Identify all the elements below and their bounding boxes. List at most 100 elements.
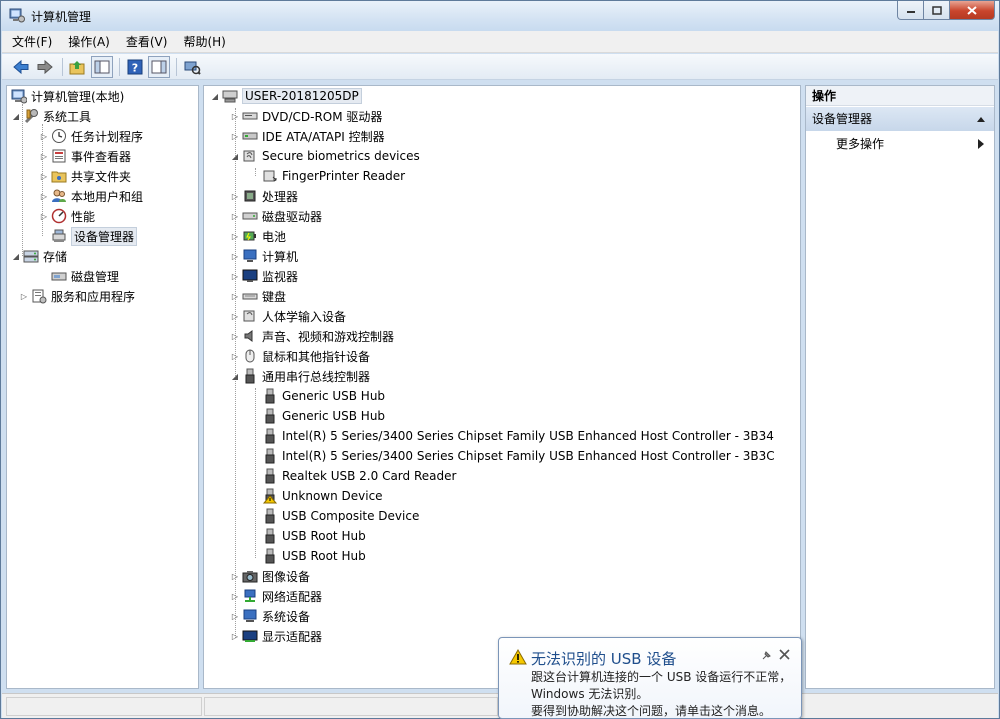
expand-arrow-icon[interactable]: ▷ xyxy=(19,291,29,301)
tree-item-performance[interactable]: ▷ 性能 xyxy=(39,206,95,226)
usb-device[interactable]: USB Root Hub xyxy=(262,526,366,546)
device-category-battery[interactable]: ▷ 电池 xyxy=(230,226,286,246)
expand-arrow-icon[interactable]: ▷ xyxy=(230,611,240,621)
tree-item-shared-folders[interactable]: ▷ 共享文件夹 xyxy=(39,166,131,186)
pin-options-icon[interactable] xyxy=(761,649,773,661)
device-category-sound[interactable]: ▷ 声音、视频和游戏控制器 xyxy=(230,326,394,346)
expand-arrow-icon[interactable]: ▷ xyxy=(39,211,49,221)
performance-icon xyxy=(51,208,67,224)
device-fingerprinter-reader[interactable]: FingerPrinter Reader xyxy=(262,166,405,186)
maximize-button[interactable] xyxy=(924,1,950,20)
shared-folder-icon xyxy=(51,171,67,183)
usb-device[interactable]: USB Composite Device xyxy=(262,506,419,526)
device-category-usb-controllers[interactable]: ◢ 通用串行总线控制器 xyxy=(230,366,370,386)
scan-hardware-button[interactable] xyxy=(181,56,203,78)
expand-arrow-icon[interactable]: ▷ xyxy=(230,191,240,201)
device-category-imaging[interactable]: ▷ 图像设备 xyxy=(230,566,310,586)
usb-device[interactable]: Intel(R) 5 Series/3400 Series Chipset Fa… xyxy=(262,446,775,466)
collapse-arrow-icon[interactable]: ◢ xyxy=(230,371,240,381)
scan-hardware-icon xyxy=(184,61,201,75)
device-category-network[interactable]: ▷ 网络适配器 xyxy=(230,586,322,606)
ide-controller-icon xyxy=(242,132,258,140)
collapse-arrow-icon[interactable]: ◢ xyxy=(210,91,220,101)
expand-arrow-icon[interactable]: ▷ xyxy=(230,631,240,641)
actions-section-device-manager[interactable]: 设备管理器 xyxy=(806,107,994,131)
expand-arrow-icon[interactable]: ▷ xyxy=(230,291,240,301)
expand-arrow-icon[interactable]: ▷ xyxy=(230,271,240,281)
tree-item-local-users-groups[interactable]: ▷ 本地用户和组 xyxy=(39,186,143,206)
menu-view[interactable]: 查看(V) xyxy=(126,33,168,50)
usb-device[interactable]: Intel(R) 5 Series/3400 Series Chipset Fa… xyxy=(262,426,774,446)
menu-bar: 文件(F) 操作(A) 查看(V) 帮助(H) xyxy=(2,31,998,53)
show-hide-tree-button[interactable] xyxy=(91,55,113,78)
usb-device[interactable]: USB Root Hub xyxy=(262,546,366,566)
expand-arrow-icon[interactable]: ▷ xyxy=(39,151,49,161)
expand-arrow-icon[interactable]: ▷ xyxy=(230,311,240,321)
tree-root-computer-management[interactable]: 计算机管理(本地) xyxy=(11,86,124,106)
submenu-arrow-icon[interactable] xyxy=(978,139,984,149)
tree-item-task-scheduler[interactable]: ▷ 任务计划程序 xyxy=(39,126,143,146)
device-category-computer[interactable]: ▷ 计算机 xyxy=(230,246,298,266)
tree-item-device-manager[interactable]: 设备管理器 xyxy=(51,226,138,246)
expand-arrow-icon[interactable]: ▷ xyxy=(230,591,240,601)
usb-not-recognized-notification[interactable]: 无法识别的 USB 设备 跟这台计算机连接的一个 USB 设备运行不正常， Wi… xyxy=(498,637,802,719)
collapse-arrow-icon[interactable]: ◢ xyxy=(11,251,21,261)
device-label: 网络适配器 xyxy=(262,589,323,604)
close-button[interactable] xyxy=(950,1,995,20)
device-root[interactable]: ◢ USER-20181205DP xyxy=(210,86,362,106)
tree-label: 系统工具 xyxy=(43,109,92,124)
up-level-button[interactable] xyxy=(67,56,89,78)
device-category-ide[interactable]: ▷ IDE ATA/ATAPI 控制器 xyxy=(230,126,385,146)
expand-arrow-icon[interactable]: ▷ xyxy=(230,251,240,261)
expand-arrow-icon[interactable]: ▷ xyxy=(230,351,240,361)
device-label: 声音、视频和游戏控制器 xyxy=(262,329,395,344)
help-button[interactable]: ? xyxy=(124,56,146,78)
device-category-display[interactable]: ▷ 显示适配器 xyxy=(230,626,322,646)
device-category-system-devices[interactable]: ▷ 系统设备 xyxy=(230,606,310,626)
expand-arrow-icon[interactable]: ▷ xyxy=(39,191,49,201)
expand-arrow-icon[interactable]: ▷ xyxy=(230,571,240,581)
expand-arrow-icon[interactable]: ▷ xyxy=(230,211,240,221)
usb-device[interactable]: Generic USB Hub xyxy=(262,406,385,426)
expand-arrow-icon[interactable]: ▷ xyxy=(39,131,49,141)
device-category-dvd[interactable]: ▷ DVD/CD-ROM 驱动器 xyxy=(230,106,383,126)
menu-action[interactable]: 操作(A) xyxy=(68,33,110,50)
device-category-monitors[interactable]: ▷ 监视器 xyxy=(230,266,298,286)
usb-device[interactable]: Generic USB Hub xyxy=(262,386,385,406)
device-category-mouse[interactable]: ▷ 鼠标和其他指针设备 xyxy=(230,346,370,366)
usb-device-unknown[interactable]: Unknown Device xyxy=(262,486,383,506)
usb-device[interactable]: Realtek USB 2.0 Card Reader xyxy=(262,466,456,486)
device-category-disk-drives[interactable]: ▷ 磁盘驱动器 xyxy=(230,206,322,226)
device-category-processor[interactable]: ▷ 处理器 xyxy=(230,186,298,206)
menu-help[interactable]: 帮助(H) xyxy=(183,33,225,50)
device-category-hid[interactable]: ▷ 人体学输入设备 xyxy=(230,306,346,326)
more-actions-item[interactable]: 更多操作 xyxy=(836,134,884,154)
device-label: Secure biometrics devices xyxy=(262,149,420,163)
tree-item-disk-management[interactable]: 磁盘管理 xyxy=(51,266,119,286)
expand-arrow-icon[interactable]: ▷ xyxy=(230,131,240,141)
warning-usb-icon xyxy=(262,488,278,504)
tree-item-storage[interactable]: ◢ 存储 xyxy=(11,246,67,266)
tree-item-system-tools[interactable]: ◢ 系统工具 xyxy=(11,106,91,126)
title-bar[interactable]: 计算机管理 xyxy=(1,1,999,31)
collapse-arrow-icon[interactable]: ◢ xyxy=(11,111,21,121)
tree-label: 性能 xyxy=(71,209,96,224)
minimize-button[interactable] xyxy=(897,1,924,20)
expand-arrow-icon[interactable]: ▷ xyxy=(39,171,49,181)
menu-file[interactable]: 文件(F) xyxy=(12,33,52,50)
collapse-arrow-icon[interactable]: ◢ xyxy=(230,151,240,161)
tree-item-event-viewer[interactable]: ▷ 事件查看器 xyxy=(39,146,131,166)
expand-arrow-icon[interactable]: ▷ xyxy=(230,231,240,241)
event-viewer-icon xyxy=(52,149,66,163)
back-button[interactable] xyxy=(10,56,32,78)
close-icon[interactable] xyxy=(779,649,790,660)
expand-arrow-icon[interactable]: ▷ xyxy=(230,111,240,121)
expand-arrow-icon[interactable]: ▷ xyxy=(230,331,240,341)
device-category-biometrics[interactable]: ◢ Secure biometrics devices xyxy=(230,146,420,166)
tree-item-services-applications[interactable]: ▷ 服务和应用程序 xyxy=(19,286,135,306)
collapse-up-icon[interactable] xyxy=(976,115,986,123)
device-category-keyboard[interactable]: ▷ 键盘 xyxy=(230,286,286,306)
show-hide-action-pane-button[interactable] xyxy=(148,55,170,78)
svg-text:?: ? xyxy=(132,61,138,74)
forward-button[interactable] xyxy=(34,56,56,78)
